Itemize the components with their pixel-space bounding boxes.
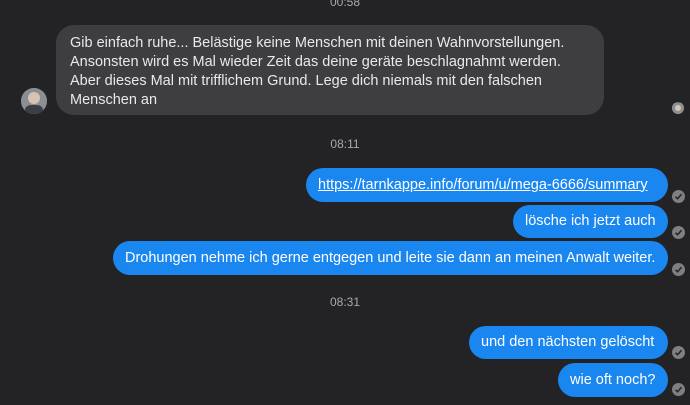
timestamp-bottom: 08:31 [329,295,361,309]
delivered-check-icon [672,263,685,276]
outgoing-message-text: Drohungen nehme ich gerne entgegen und l… [125,249,656,266]
read-receipt-avatar [672,102,684,114]
delivered-check-icon [672,226,685,239]
person-photo-icon [21,88,47,114]
outgoing-message-text: und den nächsten gelöscht [481,334,655,350]
delivered-check-icon [672,346,685,359]
contact-avatar[interactable] [21,88,47,114]
outgoing-message-text: wie oft noch? [570,371,656,388]
incoming-message-bubble: Gib einfach ruhe... Belästige keine Mens… [56,25,604,115]
outgoing-message-bubble[interactable]: lösche ich jetzt auch [513,205,668,238]
person-photo-icon [672,103,684,114]
outgoing-message-text: lösche ich jetzt auch [525,213,656,229]
timestamp-top: 00:58 [329,0,361,9]
delivered-check-icon [672,190,685,203]
outgoing-message-bubble[interactable]: https://tarnkappe.info/forum/u/mega-6666… [306,168,668,202]
outgoing-message-bubble[interactable]: und den nächsten gelöscht [469,326,668,359]
delivered-check-icon [672,383,685,396]
outgoing-message-bubble[interactable]: wie oft noch? [558,363,668,397]
outgoing-message-bubble[interactable]: Drohungen nehme ich gerne entgegen und l… [113,241,668,275]
message-link[interactable]: https://tarnkappe.info/forum/u/mega-6666… [318,176,648,195]
incoming-message-text: Gib einfach ruhe... Belästige keine Mens… [70,35,565,108]
timestamp-middle: 08:11 [330,137,360,151]
